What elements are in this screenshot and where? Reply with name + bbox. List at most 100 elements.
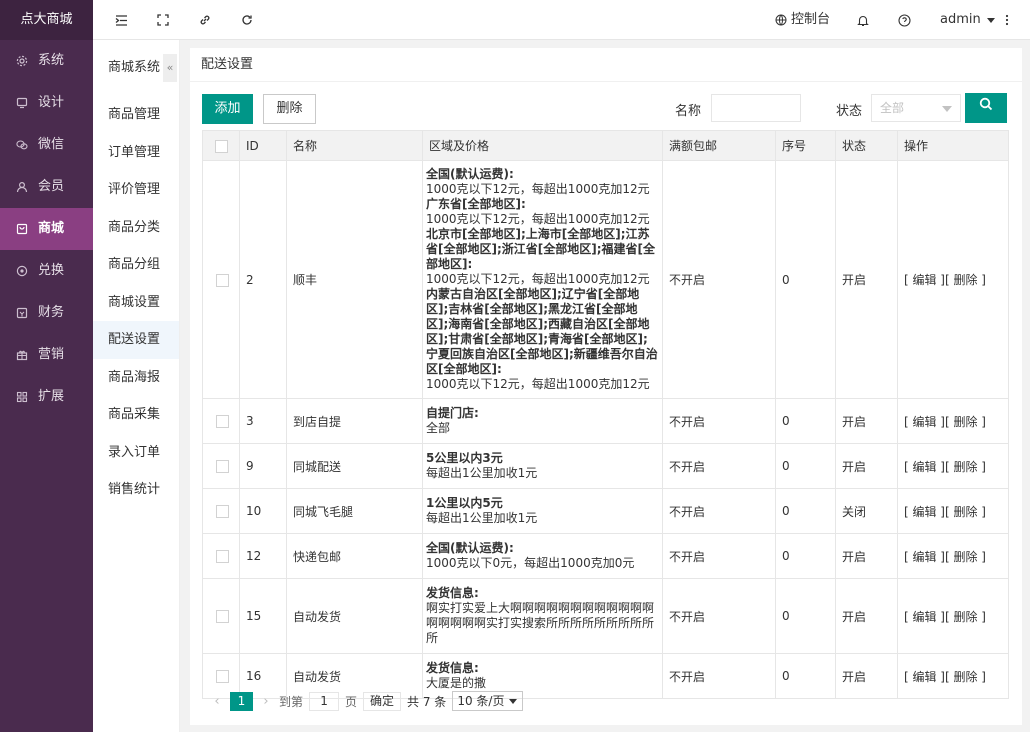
cell-free-shipping: 不开启: [662, 533, 776, 579]
row-select-cell[interactable]: [202, 160, 240, 399]
wechat-icon: [16, 139, 28, 151]
delete-link[interactable]: [ 删除 ]: [945, 273, 986, 287]
delete-link[interactable]: [ 删除 ]: [945, 460, 986, 474]
submenu-item[interactable]: 录入订单: [93, 434, 179, 472]
edit-link[interactable]: [ 编辑 ]: [904, 670, 945, 684]
submenu-item[interactable]: 商品管理: [93, 96, 179, 134]
sidebar-item-label: 财务: [38, 305, 65, 320]
link-button[interactable]: [199, 0, 211, 40]
sidebar-item-3[interactable]: 会员: [0, 166, 93, 208]
cell-region: 5公里以内3元 每超出1公里加收1元: [422, 443, 663, 489]
edit-link[interactable]: [ 编辑 ]: [904, 415, 945, 429]
delete-link[interactable]: [ 删除 ]: [945, 670, 986, 684]
sidebar-item-7[interactable]: 营销: [0, 334, 93, 376]
notification-button[interactable]: [857, 0, 869, 40]
delete-link[interactable]: [ 删除 ]: [945, 610, 986, 624]
submenu-item[interactable]: 商品采集: [93, 396, 179, 434]
fullscreen-button[interactable]: [157, 0, 169, 40]
row-select-cell[interactable]: [202, 488, 240, 534]
next-page-button[interactable]: ›: [259, 694, 273, 709]
current-page[interactable]: 1: [230, 691, 253, 711]
row-select-cell[interactable]: [202, 398, 240, 444]
select-all-checkbox[interactable]: [214, 139, 228, 153]
sidebar-item-8[interactable]: 扩展: [0, 376, 93, 418]
row-checkbox[interactable]: [215, 610, 229, 623]
row-checkbox[interactable]: [215, 505, 229, 518]
refresh-button[interactable]: [241, 0, 253, 40]
cell-sequence: 0: [775, 578, 836, 654]
prev-page-button[interactable]: ‹: [210, 694, 224, 709]
table-row: 9 同城配送 5公里以内3元 每超出1公里加收1元 不开启 0 开启[ 编辑 ][ 删除 ]: [202, 443, 1009, 489]
page-size-select[interactable]: 10 条/页: [452, 691, 524, 711]
name-filter-input[interactable]: [711, 94, 801, 122]
search-icon: [979, 94, 993, 122]
delete-button[interactable]: 删除: [263, 94, 316, 124]
table-row: 3 到店自提 自提门店: 全部 不开启 0 开启[ 编辑 ][ 删除 ]: [202, 398, 1009, 444]
sidebar-item-4[interactable]: 商城: [0, 208, 93, 250]
cell-free-shipping: 不开启: [662, 160, 776, 399]
sidebar-item-6[interactable]: 财务: [0, 292, 93, 334]
header-select-all[interactable]: [202, 130, 240, 161]
delete-link[interactable]: [ 删除 ]: [945, 415, 986, 429]
search-button[interactable]: [965, 93, 1007, 123]
delete-link[interactable]: [ 删除 ]: [945, 505, 986, 519]
cell-name: 到店自提: [286, 398, 423, 444]
edit-link[interactable]: [ 编辑 ]: [904, 273, 945, 287]
cell-actions: [ 编辑 ][ 删除 ]: [897, 488, 1009, 534]
edit-link[interactable]: [ 编辑 ]: [904, 610, 945, 624]
cell-free-shipping: 不开启: [662, 443, 776, 489]
row-checkbox[interactable]: [215, 415, 229, 428]
submenu-item[interactable]: 商城设置: [93, 284, 179, 322]
row-select-cell[interactable]: [202, 578, 240, 654]
cell-actions: [ 编辑 ][ 删除 ]: [897, 160, 1009, 399]
sidebar-item-5[interactable]: 兑换: [0, 250, 93, 292]
grid-icon: [16, 391, 28, 403]
row-checkbox[interactable]: [215, 550, 229, 563]
submenu-item[interactable]: 商品分类: [93, 209, 179, 247]
collapse-submenu-button[interactable]: «: [163, 54, 177, 82]
row-select-cell[interactable]: [202, 443, 240, 489]
submenu-item[interactable]: 销售统计: [93, 471, 179, 509]
submenu-title: 商城系统 «: [93, 40, 179, 96]
edit-link[interactable]: [ 编辑 ]: [904, 550, 945, 564]
more-button[interactable]: [1005, 0, 1009, 40]
row-select-cell[interactable]: [202, 533, 240, 579]
delete-link[interactable]: [ 删除 ]: [945, 550, 986, 564]
sidebar-item-2[interactable]: 微信: [0, 124, 93, 166]
cell-actions: [ 编辑 ][ 删除 ]: [897, 443, 1009, 489]
console-button[interactable]: 控制台: [775, 0, 830, 40]
cell-region: 自提门店: 全部: [422, 398, 663, 444]
refresh-icon: [241, 14, 253, 26]
submenu-item[interactable]: 配送设置: [93, 321, 179, 359]
row-checkbox[interactable]: [215, 670, 229, 683]
cell-region: 全国(默认运费): 1000克以下0元，每超出1000克加0元: [422, 533, 663, 579]
edit-link[interactable]: [ 编辑 ]: [904, 505, 945, 519]
monitor-icon: [16, 97, 28, 109]
cell-name: 快递包邮: [286, 533, 423, 579]
cell-region: 全国(默认运费): 1000克以下12元，每超出1000克加12元 广东省[全部地区…: [422, 160, 663, 399]
submenu-item[interactable]: 订单管理: [93, 134, 179, 172]
submenu-item[interactable]: 商品海报: [93, 359, 179, 397]
sidebar-item-0[interactable]: 系统: [0, 40, 93, 82]
submenu-item[interactable]: 评价管理: [93, 171, 179, 209]
main-sidebar: 点大商城 系统 设计 微信 会员 商城 兑换 财务 营销 扩展: [0, 0, 93, 732]
row-checkbox[interactable]: [215, 460, 229, 473]
link-icon: [199, 14, 211, 26]
sub-menu: 商城系统 « 商品管理 订单管理 评价管理 商品分类 商品分组 商城设置 配送设置 商品海报商…: [93, 40, 180, 732]
region-price: 1000克以下12元，每超出1000克加12元: [426, 272, 650, 286]
goto-page-input[interactable]: 1: [309, 691, 340, 711]
menu-toggle-button[interactable]: [115, 0, 128, 40]
add-button[interactable]: 添加: [202, 94, 253, 124]
edit-link[interactable]: [ 编辑 ]: [904, 460, 945, 474]
submenu-list: 商品管理 订单管理 评价管理 商品分类 商品分组 商城设置 配送设置 商品海报 商品采集 录入订单…: [93, 96, 179, 509]
row-checkbox[interactable]: [215, 273, 229, 287]
submenu-item[interactable]: 商品分组: [93, 246, 179, 284]
help-button[interactable]: [898, 0, 911, 40]
goto-confirm-button[interactable]: 确定: [363, 691, 402, 711]
user-menu[interactable]: admin: [940, 0, 995, 40]
cell-sequence: 0: [775, 488, 836, 534]
sidebar-item-label: 系统: [38, 53, 65, 68]
status-filter-select[interactable]: 全部: [871, 94, 961, 122]
region-price: 啊实打实爱上大啊啊啊啊啊啊啊啊啊啊啊啊啊啊啊啊啊实打实搜索所所所所所所所所所所: [426, 601, 655, 645]
sidebar-item-1[interactable]: 设计: [0, 82, 93, 124]
